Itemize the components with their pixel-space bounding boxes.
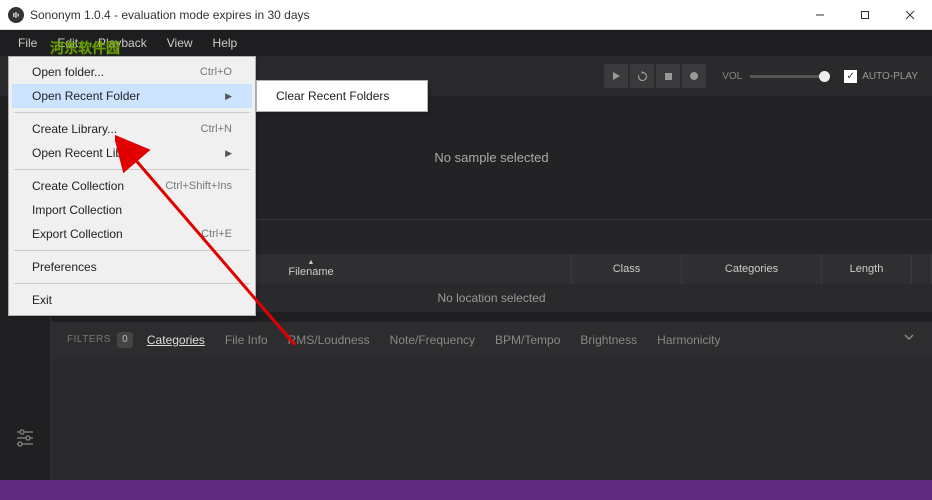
menu-file[interactable]: File (8, 32, 47, 54)
window-title: Sononym 1.0.4 - evaluation mode expires … (30, 8, 797, 22)
menu-open-recent-folder[interactable]: Open Recent Folder ▶ (12, 84, 252, 108)
filter-tab-categories[interactable]: Categories (147, 333, 205, 347)
column-categories[interactable]: Categories (682, 254, 822, 284)
filter-tab-note[interactable]: Note/Frequency (390, 333, 475, 347)
shortcut: Ctrl+N (201, 123, 232, 135)
filters-row: FILTERS 0 Categories File Info RMS/Loudn… (50, 322, 932, 358)
filter-tab-harmonicity[interactable]: Harmonicity (657, 333, 720, 347)
footer-bar (0, 480, 932, 500)
submenu-arrow-icon: ▶ (225, 91, 232, 102)
menu-separator (14, 250, 250, 251)
autoplay-checkbox[interactable]: ✓ (844, 70, 857, 83)
menu-export-collection[interactable]: Export Collection Ctrl+E (12, 222, 252, 246)
filters-count-badge: 0 (117, 332, 133, 348)
column-extra[interactable] (912, 254, 932, 284)
shortcut: Ctrl+O (200, 66, 232, 78)
menu-create-collection[interactable]: Create Collection Ctrl+Shift+Ins (12, 174, 252, 198)
app-icon (8, 7, 24, 23)
filters-body (50, 358, 932, 481)
close-button[interactable] (887, 0, 932, 30)
menubar: File Edit Playback View Help (0, 30, 932, 56)
minimize-button[interactable] (797, 0, 842, 30)
autoplay-toggle[interactable]: ✓ AUTO-PLAY (844, 70, 918, 83)
filter-tab-brightness[interactable]: Brightness (580, 333, 637, 347)
record-button[interactable] (682, 64, 706, 88)
no-sample-message: No sample selected (434, 150, 548, 165)
menu-edit[interactable]: Edit (47, 32, 88, 54)
shortcut: Ctrl+E (201, 228, 232, 240)
menu-import-collection[interactable]: Import Collection (12, 198, 252, 222)
menu-create-library[interactable]: Create Library... Ctrl+N (12, 117, 252, 141)
filter-tab-rms[interactable]: RMS/Loudness (288, 333, 370, 347)
autoplay-label: AUTO-PLAY (862, 71, 918, 82)
file-menu-dropdown: Open folder... Ctrl+O Open Recent Folder… (8, 56, 256, 316)
menu-separator (14, 283, 250, 284)
reload-button[interactable] (630, 64, 654, 88)
column-length[interactable]: Length (822, 254, 912, 284)
menu-playback[interactable]: Playback (88, 32, 157, 54)
menu-open-recent-library[interactable]: Open Recent Library ▶ (12, 141, 252, 165)
titlebar: Sononym 1.0.4 - evaluation mode expires … (0, 0, 932, 30)
filters-label: FILTERS (67, 334, 111, 345)
volume-label: VOL (722, 71, 742, 82)
menu-clear-recent-folders[interactable]: Clear Recent Folders (260, 84, 424, 108)
volume-slider[interactable] (750, 75, 830, 78)
menu-view[interactable]: View (157, 32, 203, 54)
shortcut: Ctrl+Shift+Ins (165, 180, 232, 192)
menu-help[interactable]: Help (203, 32, 248, 54)
filter-tab-file-info[interactable]: File Info (225, 333, 268, 347)
menu-preferences[interactable]: Preferences (12, 255, 252, 279)
filters-collapse-icon[interactable] (902, 330, 916, 349)
recent-folder-submenu: Clear Recent Folders (256, 80, 428, 112)
menu-exit[interactable]: Exit (12, 288, 252, 312)
column-class[interactable]: Class (572, 254, 682, 284)
maximize-button[interactable] (842, 0, 887, 30)
menu-separator (14, 112, 250, 113)
submenu-arrow-icon: ▶ (225, 148, 232, 159)
filter-tab-bpm[interactable]: BPM/Tempo (495, 333, 560, 347)
settings-sliders-icon[interactable] (13, 426, 37, 450)
sort-indicator-icon: ▲ (308, 259, 315, 266)
menu-open-folder[interactable]: Open folder... Ctrl+O (12, 60, 252, 84)
play-button[interactable] (604, 64, 628, 88)
menu-separator (14, 169, 250, 170)
stop-button[interactable] (656, 64, 680, 88)
volume-knob[interactable] (819, 71, 830, 82)
column-filename-label: Filename (288, 266, 333, 278)
window-controls (797, 0, 932, 30)
